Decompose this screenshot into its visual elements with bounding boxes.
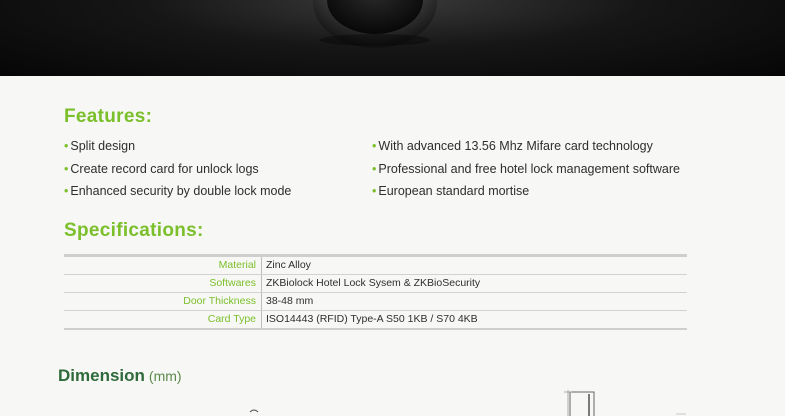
spec-key: Softwares — [64, 274, 262, 293]
bullet-icon: • — [64, 184, 69, 198]
spec-key: Door Thickness — [64, 292, 262, 311]
spec-value: ISO14443 (RFID) Type-A S50 1KB / S70 4KB — [261, 310, 687, 330]
spec-key: Material — [64, 255, 262, 275]
spec-key: Card Type — [64, 310, 262, 330]
table-row: Softwares ZKBiolock Hotel Lock Sysem & Z… — [64, 274, 687, 293]
dimension-drawing — [249, 390, 686, 416]
spec-value: Zinc Alloy — [261, 255, 687, 275]
bullet-icon: • — [64, 139, 69, 153]
dimension-unit: (mm) — [148, 368, 182, 384]
specifications-table: Material Zinc Alloy Softwares ZKBiolock … — [64, 254, 687, 330]
bullet-icon: • — [64, 161, 69, 176]
lock-knob-image — [313, 0, 437, 48]
table-row: Card Type ISO14443 (RFID) Type-A S50 1KB… — [64, 310, 687, 330]
product-banner — [0, 0, 785, 76]
table-row: Material Zinc Alloy — [64, 255, 687, 275]
feature-item: • With advanced 13.56 Mhz Mifare card tec… — [372, 139, 653, 153]
lock-side-outline — [569, 391, 595, 416]
features-heading: Features: — [64, 106, 153, 127]
drawing-fragment — [249, 409, 259, 413]
feature-item: • European standard mortise — [372, 184, 530, 198]
features-list-left: • Split design • Create record card for un… — [64, 138, 291, 206]
bullet-icon: • — [372, 139, 377, 153]
dimension-heading: Dimension (mm) — [58, 366, 182, 385]
feature-item: • Create record card for unlock logs — [64, 161, 259, 176]
specifications-heading: Specifications: — [64, 220, 204, 241]
spec-value: ZKBiolock Hotel Lock Sysem & ZKBioSecuri… — [261, 274, 687, 293]
bullet-icon: • — [372, 161, 377, 176]
spec-value: 38-48 mm — [261, 292, 687, 311]
table-row: Door Thickness 38-48 mm — [64, 292, 687, 311]
bullet-icon: • — [372, 184, 377, 198]
features-list-right: • With advanced 13.56 Mhz Mifare card tec… — [372, 138, 680, 206]
feature-item: • Enhanced security by double lock mode — [64, 184, 292, 198]
feature-item: • Professional and free hotel lock manage… — [372, 161, 680, 176]
feature-item: • Split design — [64, 139, 136, 153]
